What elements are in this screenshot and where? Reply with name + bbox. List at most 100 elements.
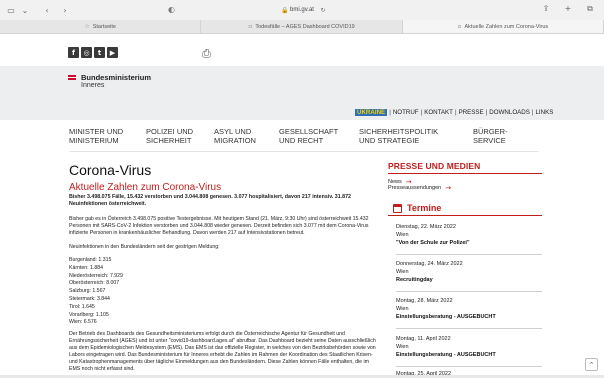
event-title: Recruitingday: [396, 277, 433, 283]
nav-downloads[interactable]: DOWNLOADS: [489, 109, 530, 116]
nav-kontakt[interactable]: KONTAKT: [424, 109, 453, 116]
ministry-name: Bundesministerium: [81, 73, 152, 82]
new-tab-icon[interactable]: +: [562, 4, 574, 14]
article-title: Aktuelle Zahlen zum Corona-Virus: [69, 182, 222, 193]
event-item[interactable]: Montag, 28. März 2022 Wien Einstellungsb…: [396, 297, 542, 321]
url-text: bmi.gv.at: [290, 7, 314, 13]
mainnav-label: UND RECHT: [279, 135, 324, 145]
list-item: Wien: 6.576: [69, 319, 97, 326]
event-place: Wien: [396, 344, 409, 350]
nav-separator: |: [531, 109, 534, 116]
ministry-sub: Inneres: [81, 82, 105, 89]
termine-title: Termine: [407, 203, 442, 213]
event-date: Montag, 28. März 2022: [396, 298, 453, 304]
youtube-icon[interactable]: ▶: [107, 47, 118, 58]
page-title: Corona-Virus: [69, 162, 152, 178]
page-icon: ▫: [248, 23, 253, 30]
mainnav-label: SICHERHEIT: [146, 135, 192, 145]
tab-label: Todesfälle – AGES Dashboard COVID19: [255, 23, 355, 30]
mainnav-polizei[interactable]: POLIZEI UND SICHERHEIT: [146, 127, 193, 145]
nav-separator: |: [485, 109, 488, 116]
event-place: Wien: [396, 232, 409, 238]
presseaussendungen-link[interactable]: Presseaussendungen →: [388, 184, 451, 192]
lock-icon: 🔒: [281, 6, 289, 14]
mainnav-sicherheitspolitik[interactable]: SICHERHEITSPOLITIK UND STRATEGIE: [359, 127, 438, 145]
termine-divider: [388, 215, 542, 216]
nav-separator: |: [454, 109, 457, 116]
nav-separator: |: [389, 109, 391, 116]
mainnav-buergerservice[interactable]: BÜRGER- SERVICE: [473, 127, 508, 145]
print-icon[interactable]: ⎙: [202, 47, 211, 61]
nav-ukraine[interactable]: UKRAINE: [355, 109, 388, 116]
link-label: Presseaussendungen: [388, 185, 442, 191]
event-title: Einstellungsberatung - AUSGEBUCHT: [396, 352, 496, 358]
termine-heading: Termine: [393, 203, 441, 213]
event-divider: [396, 291, 542, 292]
event-title: Einstellungsberatung - AUSGEBUCHT: [396, 314, 496, 320]
nav-links[interactable]: LINKS: [535, 109, 553, 116]
nav-presse[interactable]: PRESSE: [459, 109, 484, 116]
mainnav-asyl[interactable]: ASYL UND MIGRATION: [214, 127, 256, 145]
social-links: f ◎ t ▶: [68, 47, 118, 58]
twitter-icon[interactable]: t: [94, 47, 105, 58]
tab-startseite[interactable]: ☆ Startseite: [0, 20, 202, 33]
list-item: Kärnten: 1.884: [69, 264, 104, 271]
main-nav: MINISTER UND MINISTERIUM POLIZEI UND SIC…: [69, 127, 539, 148]
event-place: Wien: [396, 269, 409, 275]
event-item[interactable]: Montag, 11. April 2022 Wien Einstellungs…: [396, 335, 542, 359]
nav-divider: [69, 151, 539, 152]
page-icon: ▫: [457, 23, 462, 30]
privacy-shield-icon[interactable]: ◐: [168, 5, 175, 14]
tab-overview-icon[interactable]: ⧉: [584, 4, 596, 14]
reload-icon[interactable]: ↻: [317, 7, 329, 14]
tab-label: Aktuelle Zahlen zum Corona-Virus: [464, 23, 549, 30]
tab-ages-dashboard[interactable]: ▫ Todesfälle – AGES Dashboard COVID19: [201, 20, 403, 33]
instagram-icon[interactable]: ◎: [81, 47, 92, 58]
scroll-up-button[interactable]: ⌃: [585, 358, 598, 371]
article-lead: Bisher 3.498.075 Fälle, 15.432 verstorbe…: [69, 194, 351, 207]
list-item: Oberösterreich: 8.007: [69, 280, 120, 287]
list-item: Niederösterreich: 7.929: [69, 272, 123, 279]
calendar-icon: [393, 203, 402, 213]
browser-toolbar: ▭ ⌄ ‹ › ◐ 🔒 bmi.gv.at ↻ ⇪ + ⧉: [0, 0, 604, 20]
mainnav-minister[interactable]: MINISTER UND MINISTERIUM: [69, 127, 123, 145]
mainnav-label: MINISTERIUM: [69, 135, 119, 145]
event-date: Dienstag, 22. März 2022: [396, 224, 456, 230]
list-item: Steiermark: 3.844: [69, 295, 110, 302]
nav-separator: |: [420, 109, 423, 116]
address-bar[interactable]: 🔒 bmi.gv.at ↻: [235, 4, 375, 16]
austria-flag-icon: [68, 75, 76, 80]
forward-icon[interactable]: ›: [59, 6, 71, 15]
state-list: Burgenland: 1.315 Kärnten: 1.884 Niederö…: [69, 257, 123, 327]
list-item: Salzburg: 1.567: [69, 288, 106, 295]
share-icon[interactable]: ⇪: [540, 4, 552, 14]
mainnav-label: SERVICE: [473, 135, 506, 145]
list-item: Vorarlberg: 1.105: [69, 311, 109, 318]
tab-bar: ☆ Startseite ▫ Todesfälle – AGES Dashboa…: [0, 20, 604, 34]
event-item[interactable]: Dienstag, 22. März 2022 Wien "Von der Sc…: [396, 223, 542, 247]
tab-label: Startseite: [92, 23, 116, 30]
article-paragraph: Bisher gab es in Österreich 3.498.075 po…: [69, 216, 369, 236]
event-divider: [396, 328, 542, 329]
event-date: Donnerstag, 24. März 2022: [396, 261, 463, 267]
sidebar-toggle-icon[interactable]: ▭: [5, 6, 17, 15]
event-place: Wien: [396, 306, 409, 312]
mainnav-label: MIGRATION: [214, 135, 256, 145]
chevron-down-icon[interactable]: ⌄: [19, 6, 31, 15]
mainnav-gesellschaft[interactable]: GESELLSCHAFT UND RECHT: [279, 127, 338, 145]
event-item[interactable]: Donnerstag, 24. März 2022 Wien Recruitin…: [396, 260, 542, 284]
list-item: Tirol: 1.645: [69, 303, 95, 310]
nav-notruf[interactable]: NOTRUF: [393, 109, 419, 116]
event-date: Montag, 11. April 2022: [396, 336, 451, 342]
event-divider: [396, 366, 542, 367]
star-icon: ☆: [84, 23, 90, 30]
press-divider: [388, 173, 542, 174]
service-nav: UKRAINE | NOTRUF | KONTAKT | PRESSE | DO…: [355, 109, 553, 116]
list-item: Burgenland: 1.315: [69, 257, 112, 263]
tab-corona-zahlen[interactable]: ▫ Aktuelle Zahlen zum Corona-Virus: [402, 20, 604, 33]
event-title: "Von der Schule zur Polizei": [396, 240, 470, 246]
facebook-icon[interactable]: f: [68, 47, 79, 58]
article-paragraph: Neuinfektionen in den Bundesländern seit…: [69, 244, 220, 250]
back-icon[interactable]: ‹: [41, 6, 53, 15]
mainnav-label: UND STRATEGIE: [359, 135, 420, 145]
